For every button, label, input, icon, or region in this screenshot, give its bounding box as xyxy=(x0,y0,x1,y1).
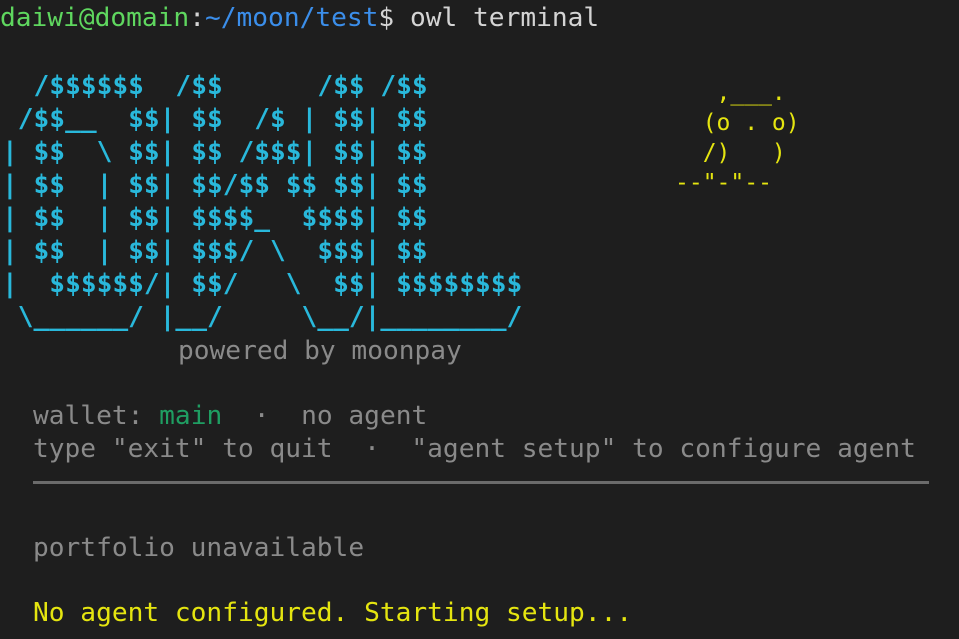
agent-status: no agent xyxy=(301,401,428,431)
divider xyxy=(33,481,929,484)
prompt-separator: : xyxy=(189,3,205,33)
wallet-label: wallet: xyxy=(33,401,144,431)
prompt-user-host: daiwi@domain xyxy=(0,3,190,33)
prompt-path: ~/moon/test xyxy=(204,3,379,33)
terminal-window[interactable]: daiwi@domain:~/moon/test$ owl terminal /… xyxy=(0,0,959,639)
wallet-name: main xyxy=(159,401,223,431)
setup-message: No agent configured. Starting setup... xyxy=(33,598,633,628)
owl-ascii-logo: /$$$$$$ /$$ /$$ /$$ /$$__ $$| $$ /$ | $$… xyxy=(2,71,523,332)
status-separator-dot: · xyxy=(253,401,270,431)
owl-mascot-ascii: ,___. (o . o) /) ) --"-"-- xyxy=(675,80,800,196)
wallet-status-line: wallet: main · no agent xyxy=(33,400,427,433)
command-prompt-line: daiwi@domain:~/moon/test$ owl terminal xyxy=(0,2,599,35)
prompt-symbol: $ xyxy=(378,3,395,33)
powered-by-text: powered by moonpay xyxy=(178,336,462,366)
help-text: type "exit" to quit · "agent setup" to c… xyxy=(33,434,916,464)
portfolio-status: portfolio unavailable xyxy=(33,533,365,563)
prompt-command: owl terminal xyxy=(394,3,600,33)
